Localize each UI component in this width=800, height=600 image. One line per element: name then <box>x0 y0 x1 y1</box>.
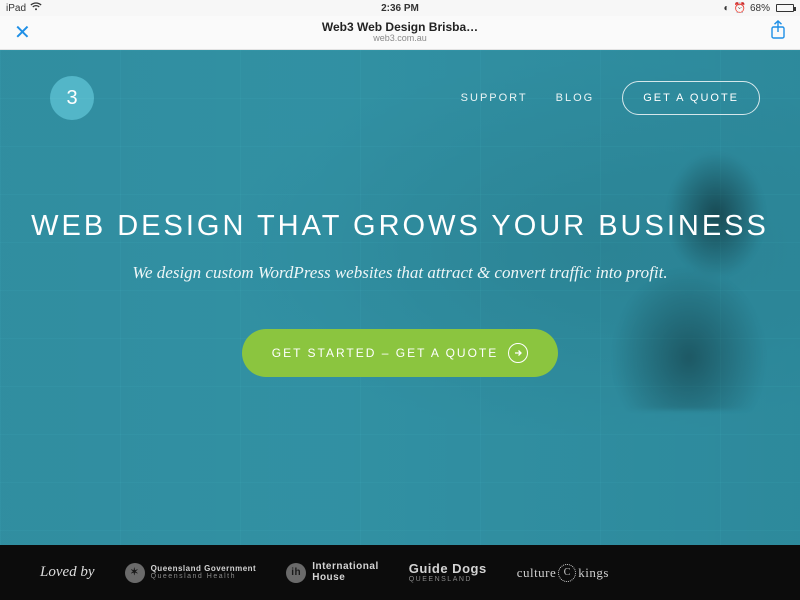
cta-label: GET STARTED – GET A QUOTE <box>272 346 499 360</box>
ipad-status-bar: iPad 2:36 PM ◐ ⏰ 68% <box>0 0 800 16</box>
hero-headline: WEB DESIGN THAT GROWS YOUR BUSINESS <box>30 210 770 243</box>
hero-section: 3 SUPPORT BLOG GET A QUOTE WEB DESIGN TH… <box>0 50 800 545</box>
clients-band: Loved by ✶ Queensland Government Queensl… <box>0 545 800 600</box>
queensland-crest-icon: ✶ <box>125 563 145 583</box>
client-guide-dogs: Guide Dogs QUEENSLAND <box>409 562 487 583</box>
crown-icon: C <box>558 564 576 582</box>
browser-chrome: ✕ Web3 Web Design Brisba… web3.com.au <box>0 16 800 50</box>
close-icon[interactable]: ✕ <box>14 20 31 45</box>
ih-mark-icon: ih <box>286 563 306 583</box>
status-time: 2:36 PM <box>156 3 644 14</box>
client-culture-kings: culture C kings <box>517 564 609 582</box>
hero-subheadline: We design custom WordPress websites that… <box>30 263 770 283</box>
clients-title: Loved by <box>40 564 95 581</box>
alarm-icon: ⏰ <box>734 3 746 14</box>
battery-icon <box>774 4 794 12</box>
dnd-icon: ◐ <box>723 3 729 14</box>
client-international-house: ih International House <box>286 562 379 583</box>
client-queensland-health: ✶ Queensland Government Queensland Healt… <box>125 563 257 583</box>
arrow-right-icon <box>508 343 528 363</box>
share-icon[interactable] <box>770 20 786 45</box>
device-label: iPad <box>6 3 26 14</box>
battery-percent: 68% <box>750 3 770 14</box>
wifi-icon <box>30 2 42 14</box>
cta-button[interactable]: GET STARTED – GET A QUOTE <box>242 329 559 377</box>
page-url: web3.com.au <box>322 34 478 44</box>
